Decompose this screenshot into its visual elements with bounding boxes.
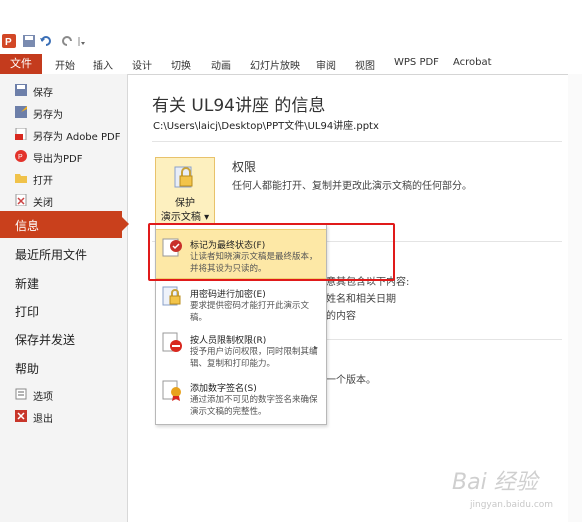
nav-print[interactable]: 打印 <box>15 303 39 320</box>
redo-icon[interactable] <box>60 34 74 48</box>
restrict-permission-icon <box>162 331 184 353</box>
partial-text: 一个版本。 <box>326 375 376 386</box>
watermark: Bai 经验 <box>452 470 538 495</box>
quick-access-toolbar: P <box>0 28 582 54</box>
nav-options[interactable]: 选项 <box>0 384 127 404</box>
nav-options-label: 选项 <box>33 392 53 403</box>
annotation-highlight-box <box>148 223 395 281</box>
svg-text:P: P <box>18 154 23 161</box>
close-file-icon <box>15 193 27 207</box>
divider <box>152 141 562 142</box>
nav-save-label: 保存 <box>33 88 53 99</box>
permissions-heading: 权限 <box>232 160 257 174</box>
nav-save-adobe-pdf[interactable]: 另存为 Adobe PDF <box>0 124 127 144</box>
tab-review[interactable]: 审阅 <box>316 57 336 72</box>
tab-view[interactable]: 视图 <box>355 57 375 72</box>
menu-item-title: 按人员限制权限(R) <box>190 336 267 346</box>
nav-open[interactable]: 打开 <box>0 168 127 188</box>
tab-home[interactable]: 开始 <box>55 57 75 72</box>
nav-export-pdf[interactable]: P 导出为PDF <box>0 146 127 166</box>
tab-acrobat[interactable]: Acrobat <box>453 57 492 68</box>
save-as-icon <box>15 106 27 118</box>
nav-save-as-label: 另存为 <box>33 110 63 121</box>
nav-close[interactable]: 关闭 <box>0 190 127 210</box>
undo-icon[interactable] <box>39 34 53 48</box>
submenu-arrow-icon: ▸ <box>314 343 319 352</box>
export-pdf-icon: P <box>15 150 27 162</box>
partial-text: 姓名和相关日期 <box>326 294 396 305</box>
divider <box>325 339 562 340</box>
options-icon <box>15 388 27 400</box>
nav-save[interactable]: 保存 <box>0 80 127 100</box>
menu-restrict-permission[interactable]: 按人员限制权限(R) 授予用户访问权限，同时限制其编辑、复制和打印能力。 ▸ <box>156 325 326 373</box>
protect-label-2: 演示文稿 ▾ <box>160 212 210 223</box>
nav-info[interactable]: 信息 <box>0 211 129 238</box>
ribbon-tabs: 文件 开始 插入 设计 切换 动画 幻灯片放映 审阅 视图 WPS PDF Ac… <box>0 54 582 75</box>
tab-transitions[interactable]: 切换 <box>171 57 191 72</box>
save-icon <box>15 84 27 96</box>
exit-icon <box>15 410 27 422</box>
nav-export-pdf-label: 导出为PDF <box>33 154 83 165</box>
nav-save-send[interactable]: 保存并发送 <box>15 331 75 348</box>
scrollbar-track[interactable] <box>568 74 582 522</box>
nav-exit-label: 退出 <box>33 414 53 425</box>
backstage-nav: 保存 另存为 另存为 Adobe PDF P 导出为PDF 打开 关闭 信息 最… <box>0 74 129 522</box>
nav-save-as[interactable]: 另存为 <box>0 102 127 122</box>
tab-insert[interactable]: 插入 <box>93 57 113 72</box>
protect-presentation-button[interactable]: 保护 演示文稿 ▾ <box>155 157 215 224</box>
nav-save-adobe-pdf-label: 另存为 Adobe PDF <box>33 132 121 143</box>
nav-open-label: 打开 <box>33 176 53 187</box>
nav-new[interactable]: 新建 <box>15 275 39 292</box>
menu-item-title: 用密码进行加密(E) <box>190 290 266 300</box>
permissions-description: 任何人都能打开、复制并更改此演示文稿的任何部分。 <box>232 181 472 192</box>
protect-lock-icon <box>173 163 197 189</box>
tab-animations[interactable]: 动画 <box>211 57 231 72</box>
tab-design[interactable]: 设计 <box>132 57 152 72</box>
menu-item-description: 授予用户访问权限，同时限制其编辑、复制和打印能力。 <box>190 347 318 369</box>
menu-item-title: 添加数字签名(S) <box>190 384 257 394</box>
nav-help[interactable]: 帮助 <box>15 360 39 377</box>
svg-text:P: P <box>5 37 12 48</box>
encrypt-lock-icon <box>162 285 184 307</box>
partial-text: 的内容 <box>326 311 356 322</box>
nav-info-label: 信息 <box>15 219 40 233</box>
tab-file[interactable]: 文件 <box>0 54 42 74</box>
save-icon[interactable] <box>22 34 36 48</box>
nav-recent[interactable]: 最近所用文件 <box>15 246 87 263</box>
watermark-url: jingyan.baidu.com <box>470 500 554 510</box>
pdf-icon <box>15 127 27 141</box>
menu-encrypt-password[interactable]: 用密码进行加密(E) 要求提供密码才能打开此演示文稿。 <box>156 279 326 327</box>
tab-wps-pdf[interactable]: WPS PDF <box>394 57 439 68</box>
file-path: C:\Users\laicj\Desktop\PPT文件\UL94讲座.pptx <box>153 121 379 132</box>
menu-digital-signature[interactable]: 添加数字签名(S) 通过添加不可见的数字签名来确保演示文稿的完整性。 <box>156 373 326 421</box>
customize-icon[interactable] <box>77 34 91 48</box>
powerpoint-icon[interactable]: P <box>2 34 16 48</box>
menu-item-description: 要求提供密码才能打开此演示文稿。 <box>190 301 310 323</box>
digital-signature-icon <box>162 379 184 401</box>
protect-label-1: 保护 <box>175 198 195 209</box>
folder-open-icon <box>15 172 27 184</box>
nav-exit[interactable]: 退出 <box>0 406 127 426</box>
tab-slideshow[interactable]: 幻灯片放映 <box>250 57 300 72</box>
menu-item-description: 通过添加不可见的数字签名来确保演示文稿的完整性。 <box>190 395 318 417</box>
page-title: 有关 UL94讲座 的信息 <box>152 96 326 116</box>
nav-close-label: 关闭 <box>33 198 53 209</box>
